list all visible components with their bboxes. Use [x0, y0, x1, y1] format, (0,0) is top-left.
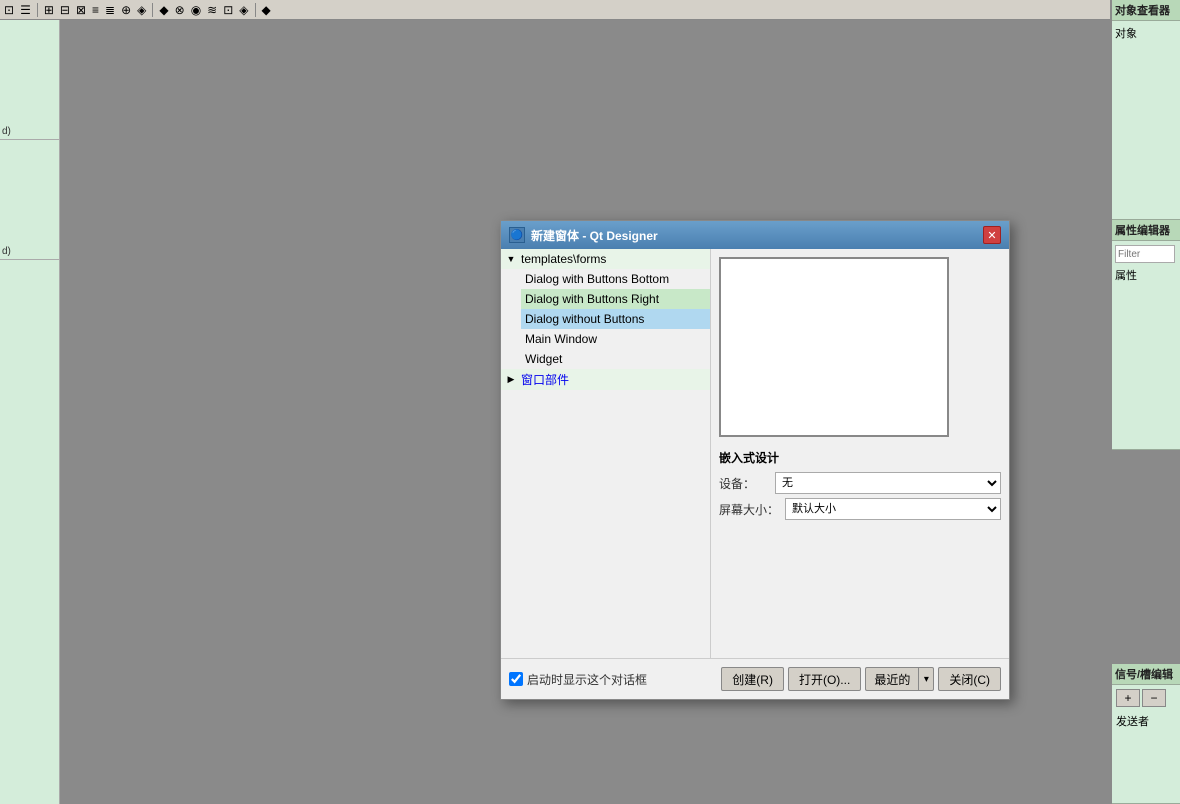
footer-buttons: 创建(R) 打开(O)... 最近的 ▾ 关闭(C)	[721, 667, 1001, 691]
object-inspector-label: 对象	[1115, 23, 1177, 43]
signal-buttons: + −	[1112, 685, 1180, 711]
recent-button-group: 最近的 ▾	[865, 667, 934, 691]
tree-item-main-window-label: Main Window	[525, 332, 597, 346]
object-inspector-panel: 对象查看器 对象	[1112, 0, 1180, 220]
screen-label: 屏幕大小：	[719, 501, 779, 518]
toolbar-icon-15[interactable]: ◈	[239, 3, 248, 17]
tree-item-widget-label: Widget	[525, 352, 562, 366]
device-form-row: 设备： 无	[719, 472, 1001, 494]
toolbar-separator-1	[37, 3, 38, 17]
open-button[interactable]: 打开(O)...	[788, 667, 861, 691]
signal-add-button[interactable]: +	[1116, 689, 1140, 707]
tree-item-dialog-no-buttons[interactable]: Dialog without Buttons	[521, 309, 710, 329]
preview-box	[719, 257, 949, 437]
dialog-close-button[interactable]: ✕	[983, 226, 1001, 244]
toolbar-icon-12[interactable]: ◉	[191, 3, 201, 17]
toolbar-icon-1[interactable]: ⊡	[4, 3, 14, 17]
device-label: 设备：	[719, 475, 769, 492]
tree-empty-area	[501, 390, 710, 658]
dialog-title-icon: 🔵	[509, 227, 525, 243]
tree-children-root: Dialog with Buttons Bottom Dialog with B…	[501, 269, 710, 369]
tree-item-dialog-right[interactable]: Dialog with Buttons Right	[521, 289, 710, 309]
tree-item-root[interactable]: ▼ templates\forms	[501, 249, 710, 269]
new-form-dialog: 🔵 新建窗体 - Qt Designer ✕ ▼ templates\forms…	[500, 220, 1010, 700]
tree-item-widget[interactable]: Widget	[521, 349, 710, 369]
toolbar-icon-16[interactable]: ◆	[262, 3, 271, 17]
tree-widgets-label: 窗口部件	[521, 371, 569, 388]
toolbar-icon-14[interactable]: ⊡	[223, 3, 233, 17]
device-select[interactable]: 无	[775, 472, 1001, 494]
toolbar-icon-10[interactable]: ◆	[159, 3, 168, 17]
toolbar-icon-8[interactable]: ⊕	[121, 3, 131, 17]
property-editor-content: 属性	[1112, 241, 1180, 287]
toolbar-separator-3	[255, 3, 256, 17]
toolbar-icon-5[interactable]: ⊠	[76, 3, 86, 17]
recent-dropdown-arrow[interactable]: ▾	[918, 667, 934, 691]
signal-editor-panel: 信号/槽编辑 + − 发送者	[1112, 664, 1180, 804]
tree-expand-icon-root: ▼	[505, 253, 517, 265]
embedded-design-title: 嵌入式设计	[719, 449, 1001, 466]
signal-remove-button[interactable]: −	[1142, 689, 1166, 707]
tree-item-dialog-bottom-label: Dialog with Buttons Bottom	[525, 272, 669, 286]
toolbar: ⊡ ☰ ⊞ ⊟ ⊠ ≡ ≣ ⊕ ◈ ◆ ⊗ ◉ ≋ ⊡ ◈ ◆	[0, 0, 1110, 20]
left-panel-item-2: d)	[0, 140, 59, 260]
startup-checkbox-label: 启动时显示这个对话框	[527, 671, 717, 688]
tree-item-dialog-right-label: Dialog with Buttons Right	[525, 292, 659, 306]
dialog-body: ▼ templates\forms Dialog with Buttons Bo…	[501, 249, 1009, 658]
left-panel: d) d)	[0, 20, 60, 804]
tree-expand-icon-widgets: ▶	[505, 374, 517, 386]
toolbar-icon-7[interactable]: ≣	[105, 3, 115, 17]
dialog-footer: 启动时显示这个对话框 创建(R) 打开(O)... 最近的 ▾ 关闭(C)	[501, 658, 1009, 699]
dialog-tree-panel: ▼ templates\forms Dialog with Buttons Bo…	[501, 249, 711, 658]
toolbar-icon-6[interactable]: ≡	[92, 3, 99, 17]
tree-item-widgets[interactable]: ▶ 窗口部件	[501, 369, 710, 390]
tree-root-label: templates\forms	[521, 252, 606, 266]
left-panel-item-label-1: d)	[2, 126, 11, 137]
property-filter-input[interactable]	[1115, 245, 1175, 263]
toolbar-icon-9[interactable]: ◈	[137, 3, 146, 17]
toolbar-icon-2[interactable]: ☰	[20, 3, 31, 17]
tree-item-main-window[interactable]: Main Window	[521, 329, 710, 349]
property-editor-panel: 属性编辑器 属性	[1112, 220, 1180, 450]
toolbar-icon-13[interactable]: ≋	[207, 3, 217, 17]
toolbar-icon-3[interactable]: ⊞	[44, 3, 54, 17]
object-inspector-content: 对象	[1112, 21, 1180, 45]
property-label: 属性	[1115, 265, 1177, 285]
side-panels-container: 对象查看器 对象 属性编辑器 属性 信号/槽编辑 + − 发送者	[1112, 0, 1180, 804]
startup-checkbox[interactable]	[509, 672, 523, 686]
tree-item-dialog-no-buttons-label: Dialog without Buttons	[525, 312, 644, 326]
screen-select[interactable]: 默认大小	[785, 498, 1001, 520]
dialog-title-area: 🔵 新建窗体 - Qt Designer	[509, 227, 658, 244]
close-button[interactable]: 关闭(C)	[938, 667, 1001, 691]
create-button[interactable]: 创建(R)	[721, 667, 784, 691]
screen-form-row: 屏幕大小： 默认大小	[719, 498, 1001, 520]
dialog-title-text: 新建窗体 - Qt Designer	[531, 227, 658, 244]
toolbar-separator-2	[152, 3, 153, 17]
left-panel-item-1: d)	[0, 20, 59, 140]
toolbar-icon-4[interactable]: ⊟	[60, 3, 70, 17]
left-panel-item-label-2: d)	[2, 246, 11, 257]
embedded-design-section: 嵌入式设计 设备： 无 屏幕大小： 默认大小	[719, 449, 1001, 524]
toolbar-icon-11[interactable]: ⊗	[175, 3, 185, 17]
signal-editor-title: 信号/槽编辑	[1112, 664, 1180, 685]
dialog-right-panel: 嵌入式设计 设备： 无 屏幕大小： 默认大小	[711, 249, 1009, 658]
dialog-titlebar: 🔵 新建窗体 - Qt Designer ✕	[501, 221, 1009, 249]
property-editor-title: 属性编辑器	[1112, 220, 1180, 241]
recent-button[interactable]: 最近的	[865, 667, 918, 691]
signal-sender-label: 发送者	[1112, 711, 1180, 731]
tree-item-dialog-bottom[interactable]: Dialog with Buttons Bottom	[521, 269, 710, 289]
object-inspector-title: 对象查看器	[1112, 0, 1180, 21]
